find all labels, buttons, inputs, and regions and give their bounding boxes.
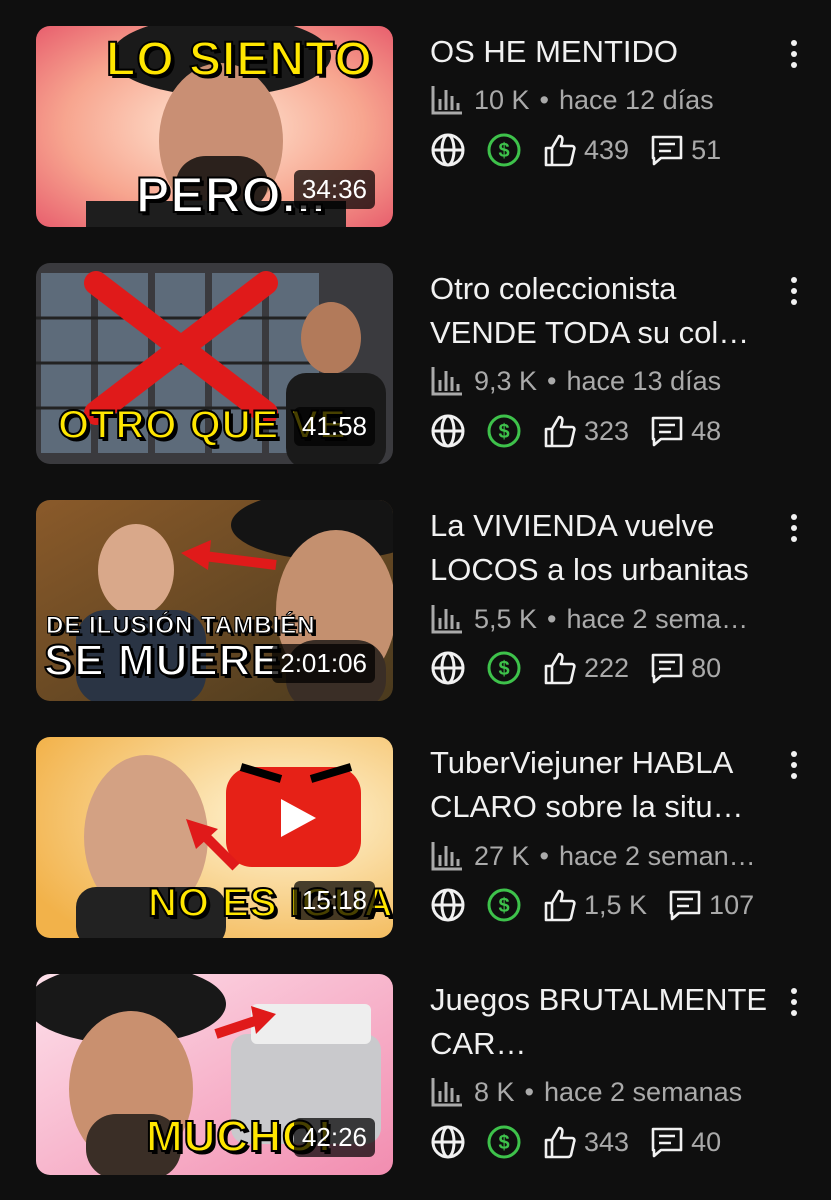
- bar-chart-icon: [430, 84, 464, 116]
- more-vert-icon[interactable]: [782, 34, 806, 74]
- globe-icon: [430, 1124, 466, 1160]
- view-count: 8 K: [474, 1076, 515, 1107]
- publish-date: hace 2 seman…: [559, 840, 756, 871]
- comment-count: 40: [691, 1126, 722, 1157]
- separator-dot: •: [539, 84, 549, 115]
- comment-count: 80: [691, 652, 722, 683]
- svg-text:$: $: [498, 421, 509, 443]
- video-stats-line: 10 K • hace 12 días: [430, 82, 775, 118]
- video-badges: $ 1,5 K 107: [430, 885, 754, 925]
- video-duration: 34:36: [293, 170, 375, 209]
- dollar-icon: $: [486, 413, 522, 449]
- video-item[interactable]: DE ILUSIÓN TAMBIÉN SE MUERE 2:01:06 La V…: [0, 500, 831, 705]
- video-title[interactable]: OS HE MENTIDO: [430, 30, 775, 74]
- bar-chart-icon: [430, 603, 464, 635]
- dollar-icon: $: [486, 132, 522, 168]
- comment-icon: [649, 1124, 685, 1160]
- thumb-up-icon: [542, 1124, 578, 1160]
- video-thumbnail[interactable]: LO SIENTO PERO... 34:36: [36, 26, 393, 227]
- view-count: 27 K: [474, 840, 530, 871]
- bar-chart-icon: [430, 365, 464, 397]
- svg-text:$: $: [498, 140, 509, 162]
- separator-dot: •: [547, 603, 557, 634]
- dollar-icon: $: [486, 887, 522, 923]
- comment-icon: [649, 650, 685, 686]
- globe-icon: [430, 887, 466, 923]
- more-vert-icon[interactable]: [782, 982, 806, 1022]
- thumb-up-icon: [542, 413, 578, 449]
- comment-count: 51: [691, 134, 722, 165]
- video-item[interactable]: LO SIENTO PERO... 34:36 OS HE MENTIDO 10…: [0, 26, 831, 231]
- comment-icon: [649, 132, 685, 168]
- video-stats-line: 27 K • hace 2 seman…: [430, 838, 775, 874]
- dollar-icon: $: [486, 650, 522, 686]
- comment-icon: [649, 413, 685, 449]
- svg-text:$: $: [498, 895, 509, 917]
- like-count: 1,5 K: [584, 889, 648, 920]
- separator-dot: •: [547, 365, 557, 396]
- video-duration: 2:01:06: [272, 644, 375, 683]
- video-stats-line: 8 K • hace 2 semanas: [430, 1074, 775, 1110]
- view-count: 9,3 K: [474, 365, 538, 396]
- video-thumbnail[interactable]: DE ILUSIÓN TAMBIÉN SE MUERE 2:01:06: [36, 500, 393, 701]
- svg-text:$: $: [498, 1132, 509, 1154]
- publish-date: hace 2 sema…: [566, 603, 749, 634]
- video-title[interactable]: La VIVIENDA vuelve LOCOS a los urbanitas: [430, 504, 775, 592]
- like-count: 343: [584, 1126, 630, 1157]
- more-vert-icon[interactable]: [782, 508, 806, 548]
- view-count: 5,5 K: [474, 603, 538, 634]
- bar-chart-icon: [430, 840, 464, 872]
- comment-count: 48: [691, 415, 722, 446]
- video-duration: 42:26: [293, 1118, 375, 1157]
- video-title[interactable]: Juegos BRUTALMENTE CAR…: [430, 978, 775, 1066]
- video-title[interactable]: TuberViejuner HABLA CLARO sobre la situ…: [430, 741, 775, 829]
- video-badges: $ 343 40: [430, 1122, 721, 1162]
- comment-count: 107: [709, 889, 755, 920]
- thumbnail-caption-top: LO SIENTO: [105, 32, 373, 87]
- thumb-up-icon: [542, 887, 578, 923]
- video-title[interactable]: Otro coleccionista VENDE TODA su col…: [430, 267, 775, 355]
- video-badges: $ 439 51: [430, 130, 721, 170]
- video-item[interactable]: OTRO QUE VE 41:58 Otro coleccionista VEN…: [0, 263, 831, 468]
- publish-date: hace 2 semanas: [543, 1076, 743, 1107]
- svg-text:$: $: [498, 658, 509, 680]
- more-vert-icon[interactable]: [782, 745, 806, 785]
- thumb-up-icon: [542, 132, 578, 168]
- thumbnail-caption-bottom: SE MUERE: [43, 635, 282, 686]
- globe-icon: [430, 650, 466, 686]
- separator-dot: •: [524, 1076, 534, 1107]
- like-count: 222: [584, 652, 630, 683]
- video-thumbnail[interactable]: MUCHO! 42:26: [36, 974, 393, 1175]
- globe-icon: [430, 132, 466, 168]
- bar-chart-icon: [430, 1076, 464, 1108]
- video-item[interactable]: NO ES IGUAL 15:18 TuberViejuner HABLA CL…: [0, 737, 831, 942]
- video-duration: 41:58: [293, 407, 375, 446]
- publish-date: hace 13 días: [566, 365, 722, 396]
- more-vert-icon[interactable]: [782, 271, 806, 311]
- view-count: 10 K: [474, 84, 530, 115]
- video-stats-line: 9,3 K • hace 13 días: [430, 363, 775, 399]
- like-count: 323: [584, 415, 630, 446]
- separator-dot: •: [539, 840, 549, 871]
- video-item[interactable]: MUCHO! 42:26 Juegos BRUTALMENTE CAR… 8 K…: [0, 974, 831, 1179]
- like-count: 439: [584, 134, 630, 165]
- video-duration: 15:18: [293, 881, 375, 920]
- video-stats-line: 5,5 K • hace 2 sema…: [430, 601, 775, 637]
- publish-date: hace 12 días: [559, 84, 714, 115]
- comment-icon: [667, 887, 703, 923]
- video-badges: $ 222 80: [430, 648, 721, 688]
- video-badges: $ 323 48: [430, 411, 721, 451]
- thumb-up-icon: [542, 650, 578, 686]
- video-thumbnail[interactable]: OTRO QUE VE 41:58: [36, 263, 393, 464]
- globe-icon: [430, 413, 466, 449]
- video-thumbnail[interactable]: NO ES IGUAL 15:18: [36, 737, 393, 938]
- dollar-icon: $: [486, 1124, 522, 1160]
